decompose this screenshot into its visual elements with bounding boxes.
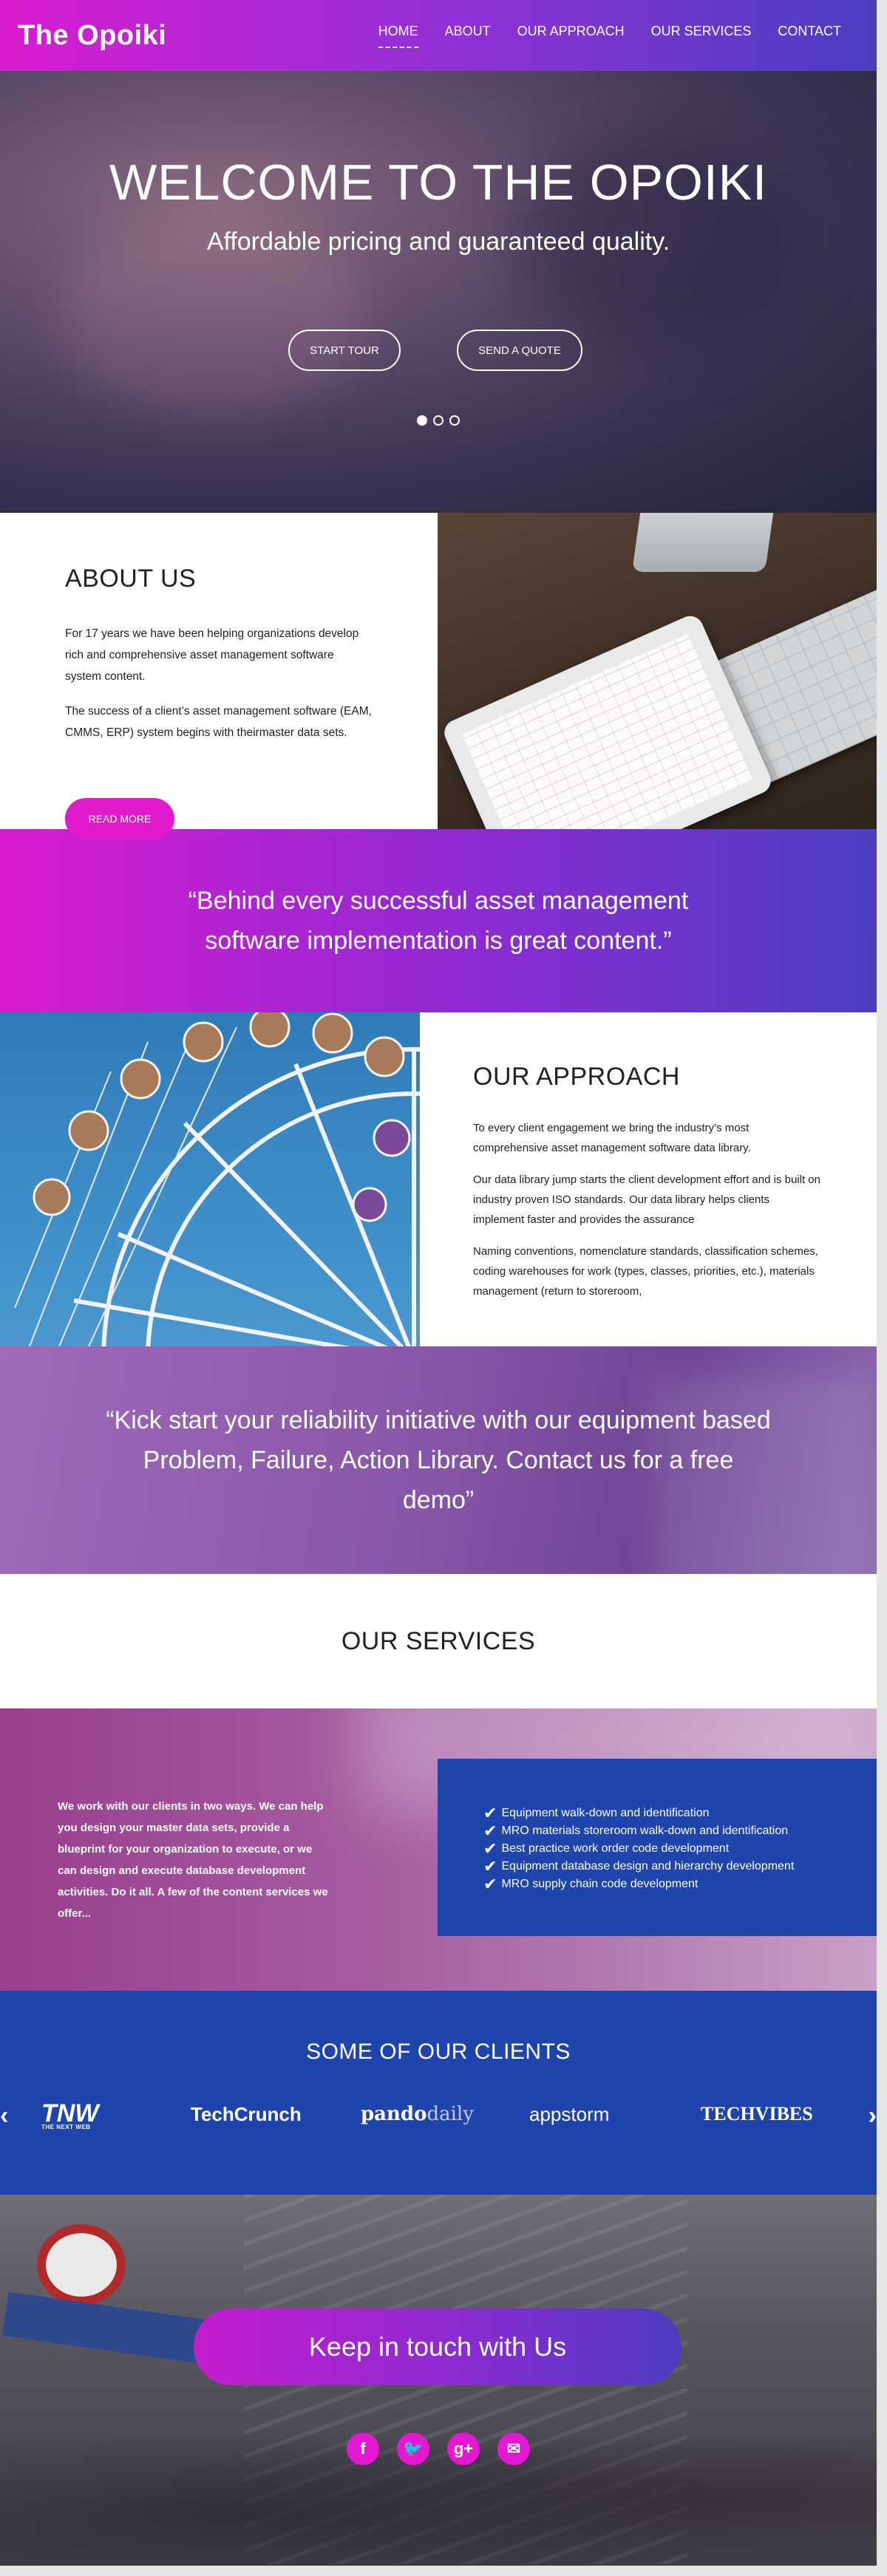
check-icon: ✔ [483,1822,497,1840]
about-heading: ABOUT US [65,565,197,593]
services-section: We work with our clients in two ways. We… [0,1708,877,1991]
quote-banner-1: “Behind every successful asset managemen… [0,829,877,1012]
tablet-calendar-illustration [440,611,775,829]
services-heading-section: OUR SERVICES [0,1574,877,1708]
nav-about[interactable]: ABOUT [445,24,491,48]
about-image-desk [438,513,877,829]
client-logo-pandodaily: pandodaily [361,2103,474,2125]
service-item-label: Equipment walk-down and identification [501,1807,710,1819]
start-tour-button[interactable]: START TOUR [288,330,401,371]
hero-subtitle: Affordable pricing and guaranteed qualit… [206,228,670,256]
facebook-icon[interactable]: f [347,2433,379,2465]
clients-section: SOME OF OUR CLIENTS ‹ › TNW THE NEXT WEB … [0,1991,877,2195]
service-item: ✔ Best practice work order code developme… [483,1840,877,1858]
hero-title: WELCOME TO THE OPOIKI [109,154,768,211]
service-item: ✔ MRO supply chain code development [483,1875,877,1893]
carousel-indicators [0,415,877,426]
about-section: ABOUT US For 17 years we have been helpi… [0,513,877,829]
carousel-dot-3[interactable] [449,415,460,426]
chevron-right-icon[interactable]: › [869,2102,877,2130]
nav-contact[interactable]: CONTACT [778,24,841,48]
service-item: ✔ Equipment database design and hierarchy… [483,1858,877,1875]
social-links: f 🐦 g+ ✉ [0,2433,877,2465]
service-item-label: MRO materials storeroom walk-down and id… [501,1824,789,1837]
page: The Opoiki HOME ABOUT OUR APPROACH OUR S… [0,0,877,2566]
service-item: ✔ Equipment walk-down and identification [483,1805,877,1822]
about-text: ABOUT US For 17 years we have been helpi… [0,513,438,829]
main-menu: HOME ABOUT OUR APPROACH OUR SERVICES CON… [378,24,841,48]
services-list-box: ✔ Equipment walk-down and identification … [438,1759,877,1936]
client-logo-techvibes: TECHVIBES [701,2103,813,2124]
approach-paragraph-1: To every client engagement we bring the … [473,1122,751,1154]
carousel-dot-2[interactable] [433,415,444,426]
service-item-label: Best practice work order code developmen… [501,1842,730,1855]
check-icon: ✔ [483,1804,497,1822]
quote-text-1: “Behind every successful asset managemen… [188,887,689,955]
station-board [2,2292,206,2364]
services-intro: We work with our clients in two ways. We… [58,1800,328,1920]
ferris-wheel-image [0,1012,420,1346]
nav-our-services[interactable]: OUR SERVICES [651,24,752,48]
ferris-wheel-illustration [14,1012,420,1346]
twitter-icon[interactable]: 🐦 [397,2433,429,2465]
read-more-button[interactable]: READ MORE [65,798,174,839]
monitor-illustration [631,513,776,572]
underground-sign [37,2224,126,2306]
top-navbar: The Opoiki HOME ABOUT OUR APPROACH OUR S… [0,0,877,71]
services-list: ✔ Equipment walk-down and identification … [483,1805,877,1893]
service-item-label: Equipment database design and hierarchy … [501,1860,795,1873]
service-item-label: MRO supply chain code development [501,1878,699,1890]
quote-text-2: “Kick start your reliability initiative … [106,1406,771,1514]
approach-heading: OUR APPROACH [473,1063,680,1091]
services-heading: OUR SERVICES [341,1626,536,1655]
brand-logo[interactable]: The Opoiki [18,20,166,52]
nav-our-approach[interactable]: OUR APPROACH [517,24,625,48]
carousel-dot-1[interactable] [417,415,427,426]
check-icon: ✔ [483,1857,497,1875]
client-logo-tnw: TNW THE NEXT WEB [41,2099,99,2130]
email-icon[interactable]: ✉ [497,2433,530,2465]
contact-section: Keep in touch with Us f 🐦 g+ ✉ [0,2195,877,2566]
approach-text: OUR APPROACH To every client engagement … [420,1012,877,1346]
quote-banner-2: “Kick start your reliability initiative … [0,1346,877,1574]
send-quote-button[interactable]: SEND A QUOTE [457,330,582,371]
check-icon: ✔ [483,1875,497,1893]
hero-banner: WELCOME TO THE OPOIKI Affordable pricing… [0,71,877,513]
chevron-left-icon[interactable]: ‹ [0,2102,8,2130]
approach-paragraph-3: Naming conventions, nomenclature standar… [473,1245,818,1298]
about-paragraph-1: For 17 years we have been helping organi… [65,627,359,683]
google-plus-icon[interactable]: g+ [447,2433,480,2465]
check-icon: ✔ [483,1839,497,1858]
clients-heading: SOME OF OUR CLIENTS [306,2040,571,2064]
client-logo-appstorm: appstorm [529,2103,610,2125]
client-logo-techcrunch: TechCrunch [191,2103,302,2125]
nav-home[interactable]: HOME [378,24,418,48]
about-paragraph-2: The success of a client’s asset manageme… [65,705,372,739]
service-item: ✔ MRO materials storeroom walk-down and i… [483,1822,877,1840]
keep-in-touch-button[interactable]: Keep in touch with Us [194,2308,682,2385]
approach-section: OUR APPROACH To every client engagement … [0,1012,877,1346]
approach-paragraph-2: Our data library jump starts the client … [473,1173,820,1226]
